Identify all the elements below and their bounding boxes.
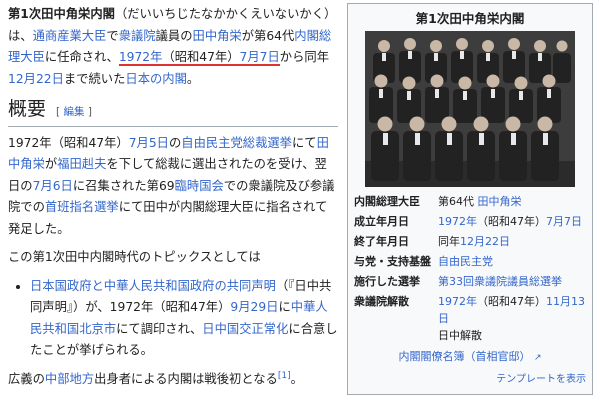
link-dec-22[interactable]: 12月22日 bbox=[8, 72, 64, 86]
cabinet-photo[interactable] bbox=[365, 31, 575, 187]
infobox-row: 施行した選挙 第33回衆議院議員総選挙 bbox=[354, 273, 586, 290]
external-link-icon: ↗ bbox=[533, 353, 542, 363]
link-dec-22[interactable]: 12月22日 bbox=[460, 235, 510, 248]
link-fukuda[interactable]: 福田赳夫 bbox=[57, 157, 106, 171]
overview-paragraph: 1972年（昭和47年）7月5日の自由民主党総裁選挙にて田中角栄が福田赳夫を下し… bbox=[8, 133, 338, 241]
infobox-row: 衆議院解散 1972年（昭和47年）11月13日 日中解散 bbox=[354, 293, 586, 344]
text: の bbox=[168, 135, 182, 150]
text: 広義の bbox=[8, 371, 45, 386]
article-title-bold: 第1次田中角栄内閣 bbox=[8, 7, 115, 21]
reference-link[interactable]: [1] bbox=[278, 370, 291, 380]
section-title: 概要 bbox=[8, 98, 47, 120]
text: 。 bbox=[290, 371, 303, 386]
text: 。 bbox=[186, 71, 200, 86]
infobox-row: 終了年月日 同年12月22日 bbox=[354, 233, 586, 250]
link-tanaka-kakuei[interactable]: 田中角栄 bbox=[193, 29, 242, 43]
bracket: [ bbox=[56, 106, 61, 118]
link-pm-nomination[interactable]: 首班指名選挙 bbox=[45, 200, 119, 214]
infobox-row: 与党・支持基盤 自由民主党 bbox=[354, 253, 586, 270]
link-house-of-representatives[interactable]: 衆議院 bbox=[119, 29, 156, 43]
link-chubu[interactable]: 中部地方 bbox=[45, 372, 94, 386]
link-sep-29[interactable]: 9月29日 bbox=[230, 300, 278, 314]
infobox-row: 内閣総理大臣 第64代 田中角栄 bbox=[354, 193, 586, 210]
topics-intro: この第1次田中内閣時代のトピックスとしては bbox=[8, 250, 261, 264]
row-value: 自由民主党 bbox=[438, 253, 586, 270]
row-label: 与党・支持基盤 bbox=[354, 255, 431, 268]
text: まで続いた bbox=[63, 71, 126, 86]
link-1972[interactable]: 1972年 bbox=[438, 295, 477, 308]
link-july-6[interactable]: 7月6日 bbox=[33, 179, 73, 193]
text: が第64代 bbox=[241, 28, 295, 43]
list-item: 日本国政府と中華人民共和国政府の共同声明（『日中共同声明』）が、1972年（昭和… bbox=[30, 276, 338, 362]
cabinet-roster-link[interactable]: 内閣閣僚名簿（首相官邸） bbox=[398, 350, 530, 363]
text: に召集された第69 bbox=[72, 178, 175, 193]
closing-paragraph: 広義の中部地方出身者による内閣は戦後初となる[1]。 bbox=[8, 369, 338, 391]
row-label: 内閣総理大臣 bbox=[354, 195, 420, 208]
highlighted-date: 1972年（昭和47年）7月7日 bbox=[118, 50, 280, 66]
row-label: 衆議院解散 bbox=[354, 295, 409, 308]
row-value: 第64代 田中角栄 bbox=[438, 193, 586, 210]
link-normalization[interactable]: 日中国交正常化 bbox=[202, 322, 288, 336]
text: 出身者による内閣は戦後初となる bbox=[94, 371, 278, 386]
link-general-election-33[interactable]: 第33回衆議院議員総選挙 bbox=[438, 275, 562, 288]
bracket: ] bbox=[87, 106, 92, 118]
text: 同年 bbox=[438, 235, 460, 248]
row-value: 第33回衆議院議員総選挙 bbox=[438, 273, 586, 290]
topics-list: 日本国政府と中華人民共和国政府の共同声明（『日中共同声明』）が、1972年（昭和… bbox=[8, 276, 338, 362]
text: （昭和47年） bbox=[477, 295, 546, 308]
text: が bbox=[44, 157, 58, 171]
text: （昭和47年） bbox=[162, 50, 240, 64]
link-july-7[interactable]: 7月7日 bbox=[240, 50, 280, 64]
text: 1972年（昭和47年） bbox=[8, 135, 129, 150]
section-heading: 概要 [ 編集 ] bbox=[8, 96, 338, 127]
dissolution-name: 日中解散 bbox=[438, 329, 482, 342]
link-july-7[interactable]: 7月7日 bbox=[546, 215, 582, 228]
intro-paragraph: 第1次田中角栄内閣（だいいちじたなかかくえいないかく）は、通商産業大臣で衆議院議… bbox=[8, 4, 338, 90]
row-label: 成立年月日 bbox=[354, 215, 409, 228]
infobox-row: 成立年月日 1972年（昭和47年）7月7日 bbox=[354, 213, 586, 230]
link-1972[interactable]: 1972年 bbox=[438, 215, 477, 228]
text: にて調印され、 bbox=[116, 321, 203, 336]
infobox-table: 内閣総理大臣 第64代 田中角栄 成立年月日 1972年（昭和47年）7月7日 … bbox=[348, 193, 592, 344]
link-july-5[interactable]: 7月5日 bbox=[129, 136, 169, 150]
text: に bbox=[278, 300, 291, 314]
link-tanaka-kakuei[interactable]: 田中角栄 bbox=[478, 195, 522, 208]
edit-link[interactable]: 編集 bbox=[63, 106, 84, 118]
show-template-link[interactable]: テンプレートを表示 bbox=[496, 374, 586, 385]
infobox: 第1次田中角栄内閣 内閣総理大臣 第64代 田中角栄 成立年月日 1972年（昭… bbox=[347, 3, 593, 395]
row-label: 終了年月日 bbox=[354, 235, 409, 248]
text: に任命され、 bbox=[44, 50, 119, 64]
text: 第64代 bbox=[438, 195, 478, 208]
link-joint-communique[interactable]: 日本国政府と中華人民共和国政府の共同声明 bbox=[30, 279, 276, 293]
article-body: 第1次田中角栄内閣（だいいちじたなかかくえいないかく）は、通商産業大臣で衆議院議… bbox=[8, 4, 338, 390]
link-1972[interactable]: 1972年 bbox=[119, 50, 163, 64]
text: から同年 bbox=[279, 50, 329, 64]
text: にて bbox=[291, 135, 317, 150]
link-japanese-cabinet[interactable]: 日本の内閣 bbox=[125, 72, 187, 86]
link-extraordinary-diet[interactable]: 臨時国会 bbox=[175, 179, 224, 193]
edit-section: [ 編集 ] bbox=[56, 102, 92, 124]
link-ldp-election[interactable]: 自由民主党総裁選挙 bbox=[181, 136, 292, 150]
infobox-footer: 内閣閣僚名簿（首相官邸） ↗ bbox=[348, 348, 592, 367]
cabinet-photo-graphic bbox=[365, 31, 575, 187]
text: （昭和47年） bbox=[477, 215, 546, 228]
row-value: 1972年（昭和47年）7月7日 bbox=[438, 213, 586, 230]
text: で bbox=[106, 28, 119, 43]
row-value: 同年12月22日 bbox=[438, 233, 586, 250]
link-mitis-minister[interactable]: 通商産業大臣 bbox=[33, 29, 107, 43]
row-value: 1972年（昭和47年）11月13日 日中解散 bbox=[438, 293, 586, 344]
link-ldp[interactable]: 自由民主党 bbox=[438, 255, 493, 268]
infobox-title: 第1次田中角栄内閣 bbox=[415, 11, 525, 26]
infobox-template: テンプレートを表示 bbox=[348, 371, 592, 388]
text: 議員の bbox=[155, 28, 193, 43]
row-label: 施行した選挙 bbox=[354, 275, 420, 288]
